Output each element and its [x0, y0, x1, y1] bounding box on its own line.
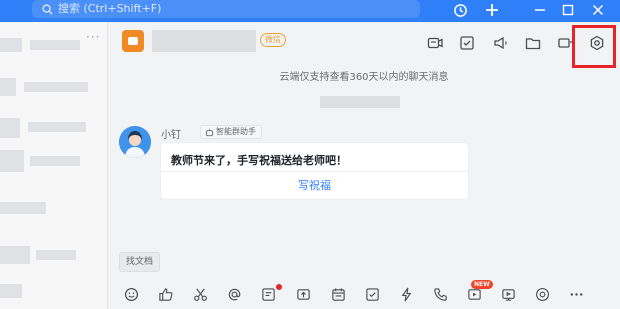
chat-header: 微信 — [108, 22, 620, 68]
settings-highlight-box — [572, 25, 616, 68]
new-badge: NEW — [471, 280, 493, 289]
thumb-icon[interactable] — [157, 286, 173, 302]
call-icon[interactable] — [432, 286, 448, 302]
message-text: 教师节来了，手写祝福送给老师吧！ — [171, 154, 347, 167]
blurred-conversation-avatar — [0, 284, 22, 298]
minimize-icon[interactable] — [532, 2, 548, 18]
meeting-icon[interactable] — [500, 286, 516, 302]
input-toolbar: NEW — [108, 276, 620, 309]
sidebar-more-button[interactable]: ··· — [86, 30, 100, 44]
cloud-history-notice: 云端仅支持查看360天以内的聊天消息 — [279, 72, 449, 83]
card-divider — [161, 171, 468, 172]
blurred-conversation-name — [28, 122, 86, 132]
at-icon[interactable] — [226, 286, 242, 302]
chat-panel: 微信 云端仅支持查看360天以内的聊天消息 小钉 智能群助手 教师节来了，手写祝… — [108, 22, 620, 309]
emoji-icon[interactable] — [123, 286, 139, 302]
group-avatar[interactable] — [122, 30, 144, 52]
folder-icon[interactable] — [524, 34, 542, 52]
blurred-conversation-avatar — [0, 150, 24, 172]
assistant-tag: 智能群助手 — [200, 125, 262, 139]
search-box[interactable]: 搜索 (Ctrl+Shift+F) — [32, 0, 420, 18]
unread-dot — [276, 284, 282, 290]
group-badge: 微信 — [260, 33, 286, 47]
ding-icon[interactable] — [398, 286, 414, 302]
search-placeholder: 搜索 (Ctrl+Shift+F) — [58, 2, 162, 15]
conversation-list: ··· — [0, 22, 108, 309]
history-icon[interactable] — [452, 2, 468, 18]
announcement-icon[interactable] — [492, 34, 510, 52]
sender-name: 小钉 — [161, 130, 181, 141]
blurred-conversation-avatar — [0, 246, 30, 264]
blurred-conversation-avatar — [0, 118, 20, 138]
maximize-icon[interactable] — [560, 2, 576, 18]
video-icon[interactable] — [426, 34, 444, 52]
scissors-icon[interactable] — [192, 286, 208, 302]
blurred-conversation-name — [30, 40, 80, 50]
quick-reply-icon[interactable] — [260, 286, 276, 302]
write-blessing-button[interactable]: 写祝福 — [161, 177, 468, 193]
blurred-conversation-name — [24, 82, 88, 92]
check-icon[interactable] — [364, 286, 380, 302]
calendar-icon[interactable] — [330, 286, 346, 302]
close-icon[interactable] — [590, 2, 606, 18]
todo-icon[interactable] — [458, 34, 476, 52]
message-card: 教师节来了，手写祝福送给老师吧！ 写祝福 — [161, 143, 468, 199]
assistant-tag-label: 智能群助手 — [216, 127, 256, 136]
blurred-conversation-avatar — [0, 38, 22, 52]
find-document-button[interactable]: 找文档 — [119, 252, 161, 272]
upload-icon[interactable] — [295, 286, 311, 302]
bot-avatar[interactable] — [119, 126, 151, 158]
title-bar: 搜索 (Ctrl+Shift+F) — [0, 0, 620, 22]
timestamp-redacted — [320, 96, 400, 108]
blurred-conversation-name — [36, 250, 76, 260]
robot-icon — [205, 128, 214, 136]
blurred-conversation-name — [30, 156, 80, 166]
emotion-icon[interactable] — [534, 286, 550, 302]
plus-icon[interactable] — [484, 2, 500, 18]
blurred-conversation-name — [0, 202, 46, 214]
blurred-conversation-avatar — [0, 78, 16, 96]
search-icon — [42, 3, 53, 15]
more-icon[interactable] — [568, 286, 584, 302]
group-name-redacted — [152, 30, 256, 52]
